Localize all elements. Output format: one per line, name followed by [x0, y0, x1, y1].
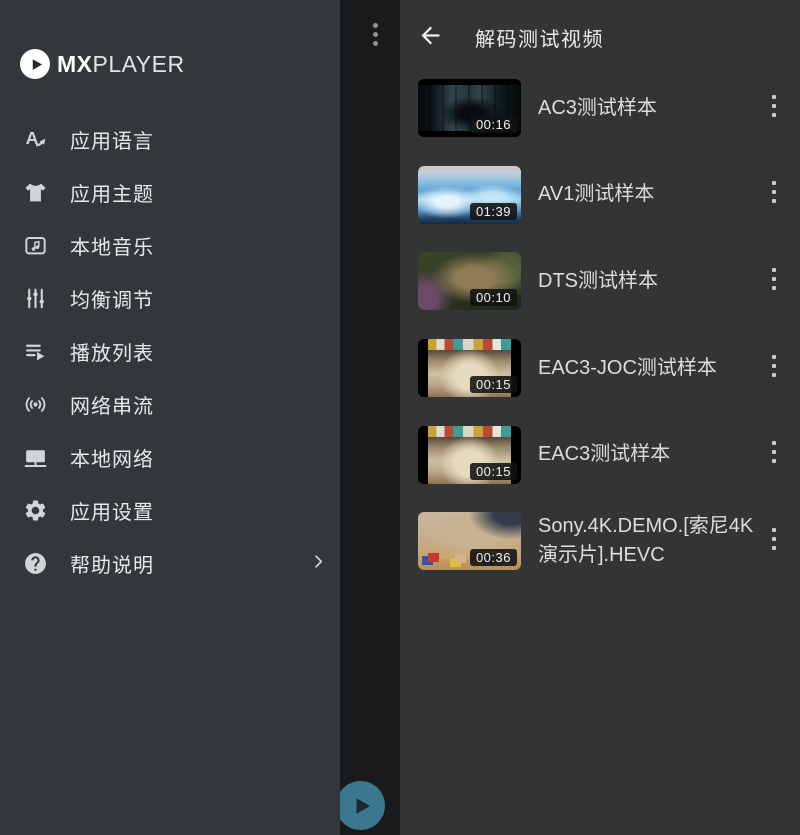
navigation-drawer: MXPLAYER A 应用语言 应用主题 本地音乐 均衡调节 播放列: [0, 0, 340, 835]
back-arrow-icon[interactable]: [417, 22, 444, 49]
play-icon: [351, 795, 373, 817]
video-title: EAC3-JOC测试样本: [538, 354, 756, 383]
playlist-icon: [22, 339, 48, 365]
drawer-item-label: 播放列表: [70, 337, 154, 366]
network-computer-icon: [22, 445, 48, 471]
mx-player-logo: MXPLAYER: [20, 49, 185, 79]
video-title: EAC3测试样本: [538, 440, 756, 469]
left-screen: MXPLAYER A 应用语言 应用主题 本地音乐 均衡调节 播放列: [0, 0, 400, 835]
item-overflow-menu-icon[interactable]: [770, 268, 778, 295]
help-icon: [22, 551, 48, 577]
drawer-item-label: 应用主题: [70, 178, 154, 207]
video-title: DTS测试样本: [538, 267, 756, 296]
drawer-item-label: 本地网络: [70, 443, 154, 472]
drawer-item-playlist[interactable]: 播放列表: [0, 325, 340, 378]
video-list-item[interactable]: 00:36 Sony.4K.DEMO.[索尼4K演示片].HEVC: [400, 498, 800, 585]
drawer-item-local-network[interactable]: 本地网络: [0, 431, 340, 484]
video-list-item[interactable]: 00:15 EAC3-JOC测试样本: [400, 325, 800, 412]
duration-badge: 00:15: [470, 463, 517, 480]
drawer-item-label: 网络串流: [70, 390, 154, 419]
toy-blocks: [428, 553, 439, 562]
drawer-item-app-theme[interactable]: 应用主题: [0, 166, 340, 219]
drawer-item-label: 应用语言: [70, 125, 154, 154]
composite-screenshot: MXPLAYER A 应用语言 应用主题 本地音乐 均衡调节 播放列: [0, 0, 800, 835]
drawer-item-label: 应用设置: [70, 496, 154, 525]
brand-text: MXPLAYER: [57, 51, 185, 78]
drawer-item-local-music[interactable]: 本地音乐: [0, 219, 340, 272]
right-screen: 解码测试视频 00:16 AC3测试样本 01:39 AV1测试样本 00:10…: [400, 0, 800, 835]
video-list-item[interactable]: 00:15 EAC3测试样本: [400, 411, 800, 498]
broadcast-icon: [22, 392, 48, 418]
living-room-thumbnail[interactable]: 00:15: [418, 426, 521, 484]
drawer-item-equalizer[interactable]: 均衡调节: [0, 272, 340, 325]
item-overflow-menu-icon[interactable]: [770, 528, 778, 555]
duration-badge: 01:39: [470, 203, 517, 220]
brand-light: PLAYER: [93, 51, 185, 77]
drawer-item-label: 帮助说明: [70, 549, 154, 578]
iceberg-sea-thumbnail[interactable]: 01:39: [418, 166, 521, 224]
living-room-thumbnail[interactable]: 00:15: [418, 339, 521, 397]
video-title: Sony.4K.DEMO.[索尼4K演示片].HEVC: [538, 512, 756, 570]
brand-bold: MX: [57, 51, 93, 77]
video-title: AC3测试样本: [538, 94, 756, 123]
tshirt-icon: [22, 180, 48, 206]
video-title: AV1测试样本: [538, 180, 756, 209]
video-list-item[interactable]: 00:10 DTS测试样本: [400, 238, 800, 325]
drawer-scrim[interactable]: [340, 0, 400, 835]
item-overflow-menu-icon[interactable]: [770, 181, 778, 208]
gear-icon: [22, 498, 48, 524]
duration-badge: 00:16: [470, 116, 517, 133]
chevron-right-icon: [310, 553, 327, 575]
kid-with-blocks-thumbnail[interactable]: 00:36: [418, 512, 521, 570]
play-fab[interactable]: [336, 781, 385, 830]
drawer-menu: A 应用语言 应用主题 本地音乐 均衡调节 播放列表 网络串流: [0, 113, 340, 590]
drawer-item-label: 均衡调节: [70, 284, 154, 313]
drawer-item-network-stream[interactable]: 网络串流: [0, 378, 340, 431]
translate-icon: A: [22, 127, 48, 153]
equalizer-icon: [22, 286, 48, 312]
drawer-item-app-language[interactable]: A 应用语言: [0, 113, 340, 166]
video-list-item[interactable]: 01:39 AV1测试样本: [400, 152, 800, 239]
item-overflow-menu-icon[interactable]: [770, 441, 778, 468]
folder-music-icon: [22, 233, 48, 259]
header: 解码测试视频: [400, 0, 800, 64]
overflow-menu-icon[interactable]: [371, 23, 379, 50]
play-icon: [20, 49, 50, 79]
item-overflow-menu-icon[interactable]: [770, 95, 778, 122]
drawer-item-app-settings[interactable]: 应用设置: [0, 484, 340, 537]
coral-reef-thumbnail[interactable]: 00:10: [418, 252, 521, 310]
dark-movie-scene-thumbnail[interactable]: 00:16: [418, 79, 521, 137]
duration-badge: 00:10: [470, 289, 517, 306]
duration-badge: 00:15: [470, 376, 517, 393]
drawer-item-label: 本地音乐: [70, 231, 154, 260]
drawer-item-help[interactable]: 帮助说明: [0, 537, 340, 590]
video-list: 00:16 AC3测试样本 01:39 AV1测试样本 00:10 DTS测试样…: [400, 65, 800, 585]
video-list-item[interactable]: 00:16 AC3测试样本: [400, 65, 800, 152]
item-overflow-menu-icon[interactable]: [770, 355, 778, 382]
duration-badge: 00:36: [470, 549, 517, 566]
page-title: 解码测试视频: [475, 23, 604, 52]
